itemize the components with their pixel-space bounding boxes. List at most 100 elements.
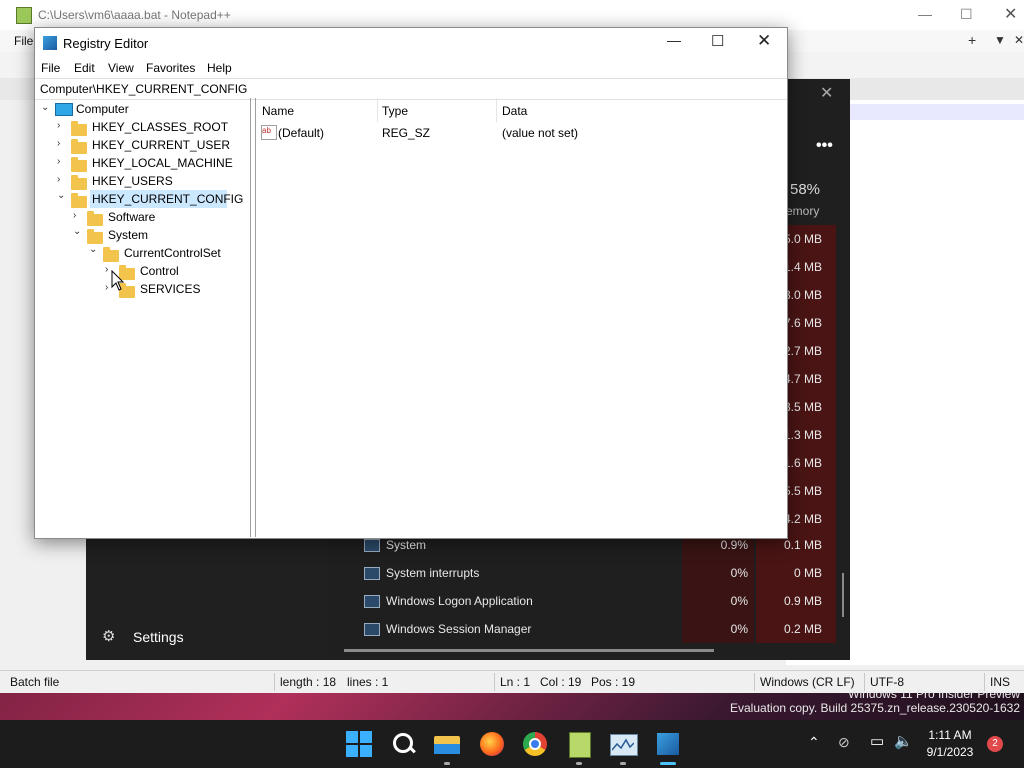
- start-icon[interactable]: [345, 730, 373, 758]
- process-cpu: 0%: [730, 622, 748, 636]
- running-indicator: [576, 762, 582, 765]
- close-icon[interactable]: ✕: [1004, 4, 1017, 24]
- tab-list-icon[interactable]: ▼: [994, 33, 1006, 47]
- registry-editor-icon[interactable]: [654, 730, 682, 758]
- tree-item-hku[interactable]: › HKEY_USERS: [57, 172, 173, 190]
- chevron-down-icon[interactable]: ⌄: [73, 226, 81, 237]
- value-name: (Default): [278, 126, 325, 140]
- process-name[interactable]: System: [386, 538, 426, 552]
- watermark-line2: Evaluation copy. Build 25375.zn_release.…: [730, 701, 1020, 715]
- menu-edit[interactable]: Edit: [74, 61, 95, 75]
- process-icon: [364, 623, 380, 636]
- chevron-right-icon[interactable]: ›: [57, 156, 60, 167]
- tree-item-hklm[interactable]: › HKEY_LOCAL_MACHINE: [57, 154, 233, 172]
- notepadpp-title: C:\Users\vm6\aaaa.bat - Notepad++: [38, 8, 231, 22]
- chevron-right-icon[interactable]: ›: [57, 120, 60, 131]
- notepadplusplus-icon[interactable]: [565, 730, 593, 758]
- add-tab-icon[interactable]: +: [968, 32, 976, 48]
- chevron-right-icon[interactable]: ›: [105, 282, 108, 293]
- menu-favorites[interactable]: Favorites: [146, 61, 195, 75]
- process-memory: 0 MB: [793, 566, 822, 580]
- column-data[interactable]: Data: [502, 104, 527, 118]
- chrome-icon[interactable]: [521, 730, 549, 758]
- folder-icon: [71, 120, 87, 136]
- memory-value: 1.6 MB: [783, 456, 822, 470]
- status-filetype: Batch file: [10, 675, 60, 689]
- folder-icon: [71, 138, 87, 154]
- active-indicator: [660, 762, 676, 765]
- registry-value-list: Name Type Data ab (Default) REG_SZ (valu…: [255, 98, 786, 537]
- notification-badge[interactable]: 2: [987, 736, 1003, 752]
- list-item[interactable]: ab (Default) REG_SZ (value not set): [256, 124, 786, 142]
- folder-icon: [71, 174, 87, 190]
- memory-value: 3.5 MB: [783, 400, 822, 414]
- chevron-down-icon[interactable]: ⌄: [41, 102, 49, 113]
- menu-file[interactable]: File: [14, 34, 33, 48]
- tree-item-hkcc[interactable]: ⌄ HKEY_CURRENT_CONFIG: [57, 190, 243, 208]
- maximize-icon[interactable]: ☐: [711, 32, 724, 50]
- task-manager-sidebar: ⚙ Settings: [86, 537, 328, 660]
- chevron-right-icon[interactable]: ›: [57, 138, 60, 149]
- menu-help[interactable]: Help: [207, 61, 232, 75]
- tree-item-hkcu[interactable]: › HKEY_CURRENT_USER: [57, 136, 230, 154]
- tree-item-software[interactable]: › Software: [73, 208, 155, 226]
- memory-header: emory: [786, 204, 820, 218]
- tree-label: Software: [108, 210, 156, 224]
- list-header: Name Type Data: [256, 98, 786, 122]
- maximize-icon[interactable]: ☐: [960, 6, 973, 23]
- status-ln: Ln : 1: [500, 675, 531, 689]
- horizontal-scrollbar[interactable]: [344, 649, 714, 652]
- minimize-icon[interactable]: —: [667, 32, 681, 48]
- process-name[interactable]: Windows Logon Application: [386, 594, 533, 608]
- close-icon[interactable]: ✕: [757, 31, 771, 51]
- value-type: REG_SZ: [382, 126, 431, 140]
- task-manager-icon[interactable]: [609, 730, 638, 758]
- mouse-cursor-icon: [111, 270, 125, 291]
- display-icon[interactable]: ▭: [870, 732, 884, 750]
- process-cpu: 0.9%: [720, 538, 748, 552]
- search-icon[interactable]: [390, 730, 418, 758]
- menu-file[interactable]: File: [41, 61, 60, 75]
- close-tab-icon[interactable]: ✕: [1014, 33, 1024, 47]
- tree-label: System: [108, 228, 149, 242]
- firefox-icon[interactable]: [478, 730, 506, 758]
- chevron-down-icon[interactable]: ⌄: [89, 244, 97, 255]
- memory-value: 4.2 MB: [783, 512, 822, 526]
- file-explorer-icon[interactable]: [433, 730, 461, 758]
- menu-view[interactable]: View: [108, 61, 134, 75]
- registry-editor-window: Registry Editor — ☐ ✕ File Edit View Fav…: [34, 27, 788, 539]
- chevron-right-icon[interactable]: ›: [105, 264, 108, 275]
- tree-item-system[interactable]: ⌄ System: [73, 226, 148, 244]
- minimize-icon[interactable]: —: [918, 6, 932, 22]
- process-name[interactable]: System interrupts: [386, 566, 479, 580]
- scrollbar-thumb[interactable]: [842, 573, 844, 617]
- chevron-right-icon[interactable]: ›: [73, 210, 76, 221]
- status-length: length : 18: [280, 675, 337, 689]
- settings-label[interactable]: Settings: [133, 629, 184, 645]
- column-name[interactable]: Name: [262, 104, 294, 118]
- network-icon[interactable]: ⊘: [838, 734, 850, 751]
- clock-date[interactable]: 9/1/2023: [920, 745, 980, 759]
- close-icon[interactable]: ✕: [820, 83, 833, 103]
- process-memory: 0.1 MB: [783, 538, 822, 552]
- tree-item-currentcontrolset[interactable]: ⌄ CurrentControlSet: [89, 244, 221, 262]
- process-name[interactable]: Windows Session Manager: [386, 622, 531, 636]
- process-memory: 0.2 MB: [783, 622, 822, 636]
- chevron-up-icon[interactable]: ⌃: [808, 734, 820, 751]
- volume-icon[interactable]: 🔈: [894, 732, 913, 750]
- process-memory: 0.9 MB: [783, 594, 822, 608]
- tree-item-hkcr[interactable]: › HKEY_CLASSES_ROOT: [57, 118, 228, 136]
- chevron-down-icon[interactable]: ⌄: [57, 190, 65, 201]
- tree-label: Control: [140, 264, 179, 278]
- clock-time[interactable]: 1:11 AM: [920, 728, 980, 742]
- process-cpu: 0%: [730, 594, 748, 608]
- folder-icon: [87, 228, 103, 244]
- chevron-right-icon[interactable]: ›: [57, 174, 60, 185]
- folder-icon: [103, 246, 119, 262]
- more-options-icon[interactable]: •••: [816, 137, 833, 155]
- process-icon: [364, 539, 380, 552]
- registry-tree: ⌄ Computer › HKEY_CLASSES_ROOT › HKEY_CU…: [35, 98, 251, 537]
- column-type[interactable]: Type: [382, 104, 408, 118]
- address-bar[interactable]: Computer\HKEY_CURRENT_CONFIG: [35, 78, 787, 100]
- address-path: Computer\HKEY_CURRENT_CONFIG: [40, 82, 248, 96]
